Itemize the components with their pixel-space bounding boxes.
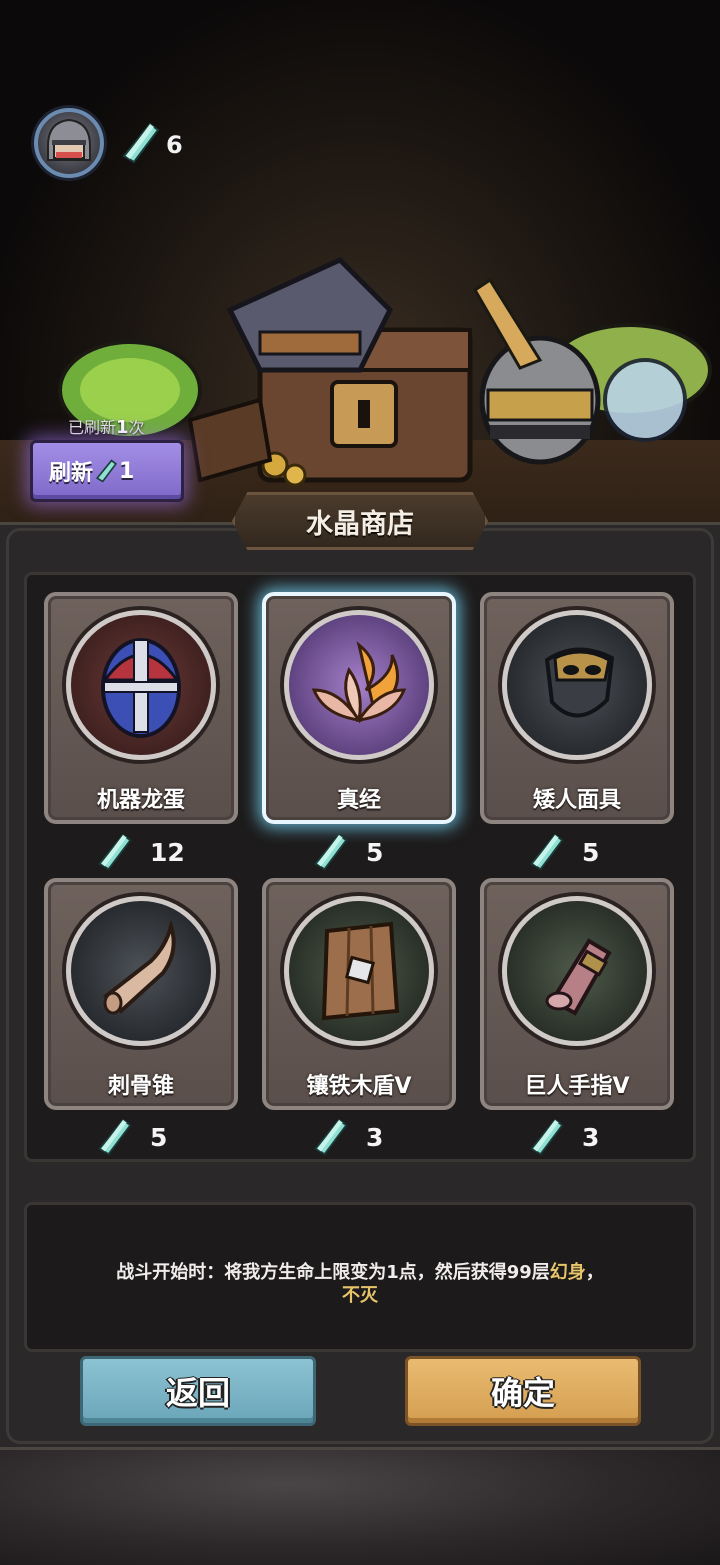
- knight-helmet-icon: [47, 118, 91, 161]
- crystal-icon: [314, 833, 348, 871]
- crystal-icon: [98, 1118, 132, 1156]
- player-avatar[interactable]: [34, 108, 104, 178]
- item-price-value: 12: [150, 837, 185, 867]
- crystal-icon: [530, 1118, 564, 1156]
- item-orb: [502, 610, 652, 760]
- crystal-icon: [314, 1118, 348, 1156]
- item-price: 3: [312, 1117, 383, 1157]
- confirm-button[interactable]: 确定: [405, 1356, 641, 1426]
- flame-lotus-icon: [311, 641, 407, 724]
- refresh-cost: 1: [119, 458, 135, 484]
- stone-floor: [0, 1450, 720, 1565]
- item-orb: [284, 610, 434, 760]
- item-price: 5: [528, 832, 599, 872]
- item-name: 刺骨锥: [107, 1074, 174, 1099]
- item-price-value: 5: [366, 837, 384, 867]
- item-name: 真经: [336, 788, 381, 813]
- dwarf-mask-icon: [544, 647, 615, 718]
- refresh-note-count: 1: [116, 417, 129, 438]
- keyword-immortal: 不灭: [342, 1285, 378, 1306]
- item-name: 机器龙蛋: [96, 788, 185, 813]
- keyword-illusion: 幻身: [549, 1262, 586, 1283]
- crystal-icon: [95, 459, 118, 483]
- shop-item-card[interactable]: 机器龙蛋: [44, 592, 238, 824]
- shop-title: 水晶商店: [232, 492, 488, 550]
- refresh-button-label: 刷新: [49, 461, 94, 486]
- item-price-value: 5: [582, 837, 600, 867]
- back-button[interactable]: 返回: [80, 1356, 316, 1426]
- item-price-value: 5: [150, 1122, 168, 1152]
- description-comma: ，: [585, 1262, 604, 1283]
- item-name: 矮人面具: [532, 788, 621, 813]
- refresh-note-suffix: 次: [128, 418, 145, 437]
- shop-item-card[interactable]: 刺骨锥: [44, 878, 238, 1110]
- giant-finger-icon: [545, 938, 612, 1016]
- item-price: 5: [312, 832, 383, 872]
- refresh-counter: 已刷新1次: [68, 414, 145, 438]
- mech-dragon-egg-icon: [101, 638, 181, 738]
- item-price: 3: [528, 1117, 599, 1157]
- item-name: 镶铁木盾V: [306, 1074, 412, 1099]
- refresh-button[interactable]: 刷新 1: [30, 440, 184, 502]
- refresh-note-prefix: 已刷新: [68, 418, 117, 437]
- item-price-value: 3: [366, 1122, 384, 1152]
- item-price: 5: [96, 1117, 167, 1157]
- crystal-icon: [98, 833, 132, 871]
- description-text: 战斗开始时：将我方生命上限变为1点，然后获得99层: [116, 1262, 550, 1283]
- item-orb: [66, 896, 216, 1046]
- item-price: 12: [96, 832, 185, 872]
- shop-item-card[interactable]: 巨人手指V: [480, 878, 674, 1110]
- shop-item-card[interactable]: 矮人面具: [480, 592, 674, 824]
- crystal-count: 6: [166, 131, 183, 159]
- bone-spike-icon: [102, 921, 176, 1015]
- item-name: 巨人手指V: [524, 1074, 630, 1099]
- item-orb: [502, 896, 652, 1046]
- shop-item-card-selected[interactable]: 真经: [262, 592, 456, 824]
- shop-item-card[interactable]: 镶铁木盾V: [262, 878, 456, 1110]
- crystal-currency-icon: [122, 122, 160, 164]
- item-price-value: 3: [582, 1122, 600, 1152]
- crystal-icon: [530, 833, 564, 871]
- item-orb: [66, 610, 216, 760]
- item-orb: [284, 896, 434, 1046]
- iron-wood-shield-icon: [321, 921, 400, 1021]
